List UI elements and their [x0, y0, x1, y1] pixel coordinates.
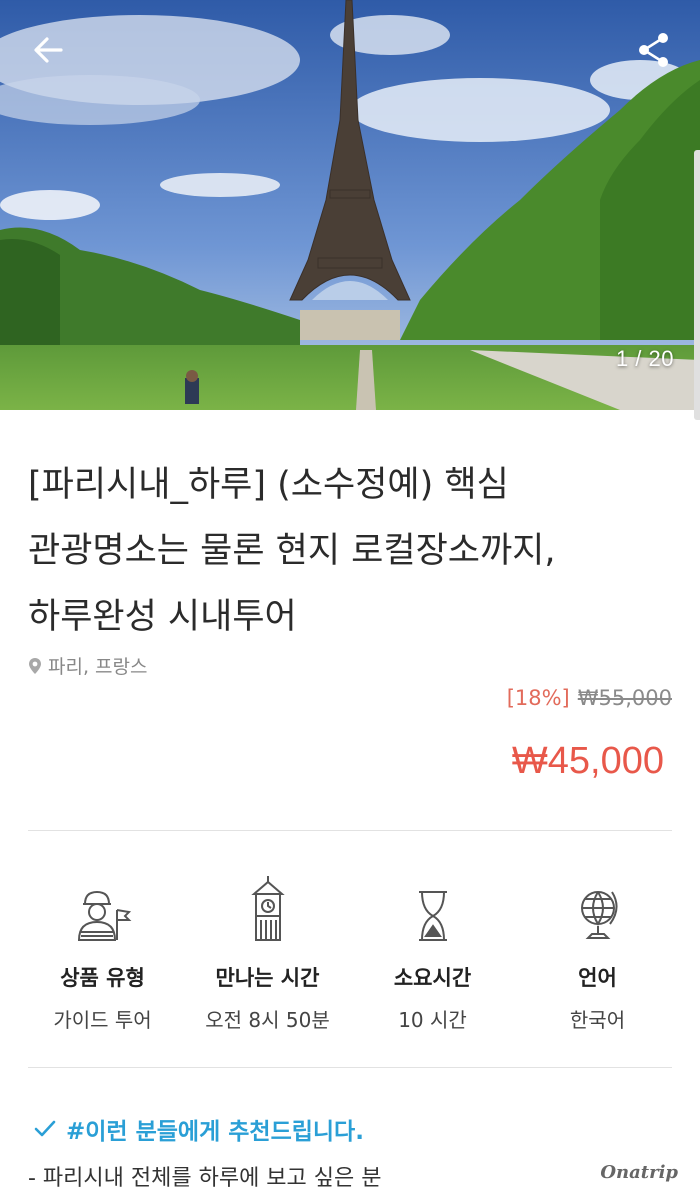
info-label: 언어 [578, 966, 617, 990]
info-language: 언어 한국어 [515, 870, 680, 1033]
info-product-type: 상품 유형 가이드 투어 [20, 870, 185, 1033]
hero-image[interactable]: 1 / 20 [0, 0, 700, 410]
globe-icon [580, 891, 617, 939]
image-counter: 1 / 20 [615, 346, 674, 371]
divider [28, 1067, 672, 1068]
watermark-logo: Onatrip [600, 1162, 678, 1183]
product-info-grid: 상품 유형 가이드 투어 만나는 시간 오전 8시 50분 소요시간 10 시간… [20, 870, 680, 1033]
product-location: 파리, 프랑스 [28, 652, 147, 679]
info-value: 한국어 [569, 1008, 626, 1032]
scrollbar[interactable] [694, 150, 700, 420]
hourglass-icon [418, 891, 447, 941]
info-value: 오전 8시 50분 [205, 1008, 330, 1032]
recommend-heading-text: #이런 분들에게 추천드립니다. [66, 1119, 364, 1145]
check-icon [34, 1120, 56, 1137]
guide-icon [77, 890, 131, 941]
eiffel-tower-photo [0, 0, 700, 410]
info-label: 소요시간 [393, 966, 472, 990]
info-label: 만나는 시간 [215, 966, 320, 990]
clock-tower-icon [250, 876, 285, 941]
original-price: ₩55,000 [577, 686, 672, 710]
recommend-item: - 파리시내 전체를 하루에 보고 싶은 분 [28, 1166, 382, 1190]
product-title-line: 하루완성 시내투어 [28, 597, 297, 637]
product-title-line: 관광명소는 물론 현지 로컬장소까지, [28, 531, 556, 571]
price-discount-row: [18%] ₩55,000 [507, 686, 672, 710]
info-meeting-time: 만나는 시간 오전 8시 50분 [185, 870, 350, 1033]
share-icon [639, 33, 668, 67]
back-button[interactable] [24, 26, 72, 74]
location-pin-icon [29, 657, 41, 674]
info-duration: 소요시간 10 시간 [350, 870, 515, 1033]
arrow-left-icon [34, 37, 63, 63]
discount-rate: [18%] [506, 686, 570, 710]
location-text: 파리, 프랑스 [48, 656, 148, 678]
recommend-heading: #이런 분들에게 추천드립니다. [34, 1112, 364, 1146]
product-title-line: [파리시내_하루] (소수정예) 핵심 [28, 465, 509, 505]
info-value: 10 시간 [398, 1008, 467, 1032]
product-title: [파리시내_하루] (소수정예) 핵심 관광명소는 물론 현지 로컬장소까지, … [28, 452, 668, 650]
info-value: 가이드 투어 [53, 1008, 152, 1032]
share-button[interactable] [630, 26, 678, 74]
final-price: ₩45,000 [511, 740, 664, 782]
info-label: 상품 유형 [60, 966, 145, 990]
divider [28, 830, 672, 831]
